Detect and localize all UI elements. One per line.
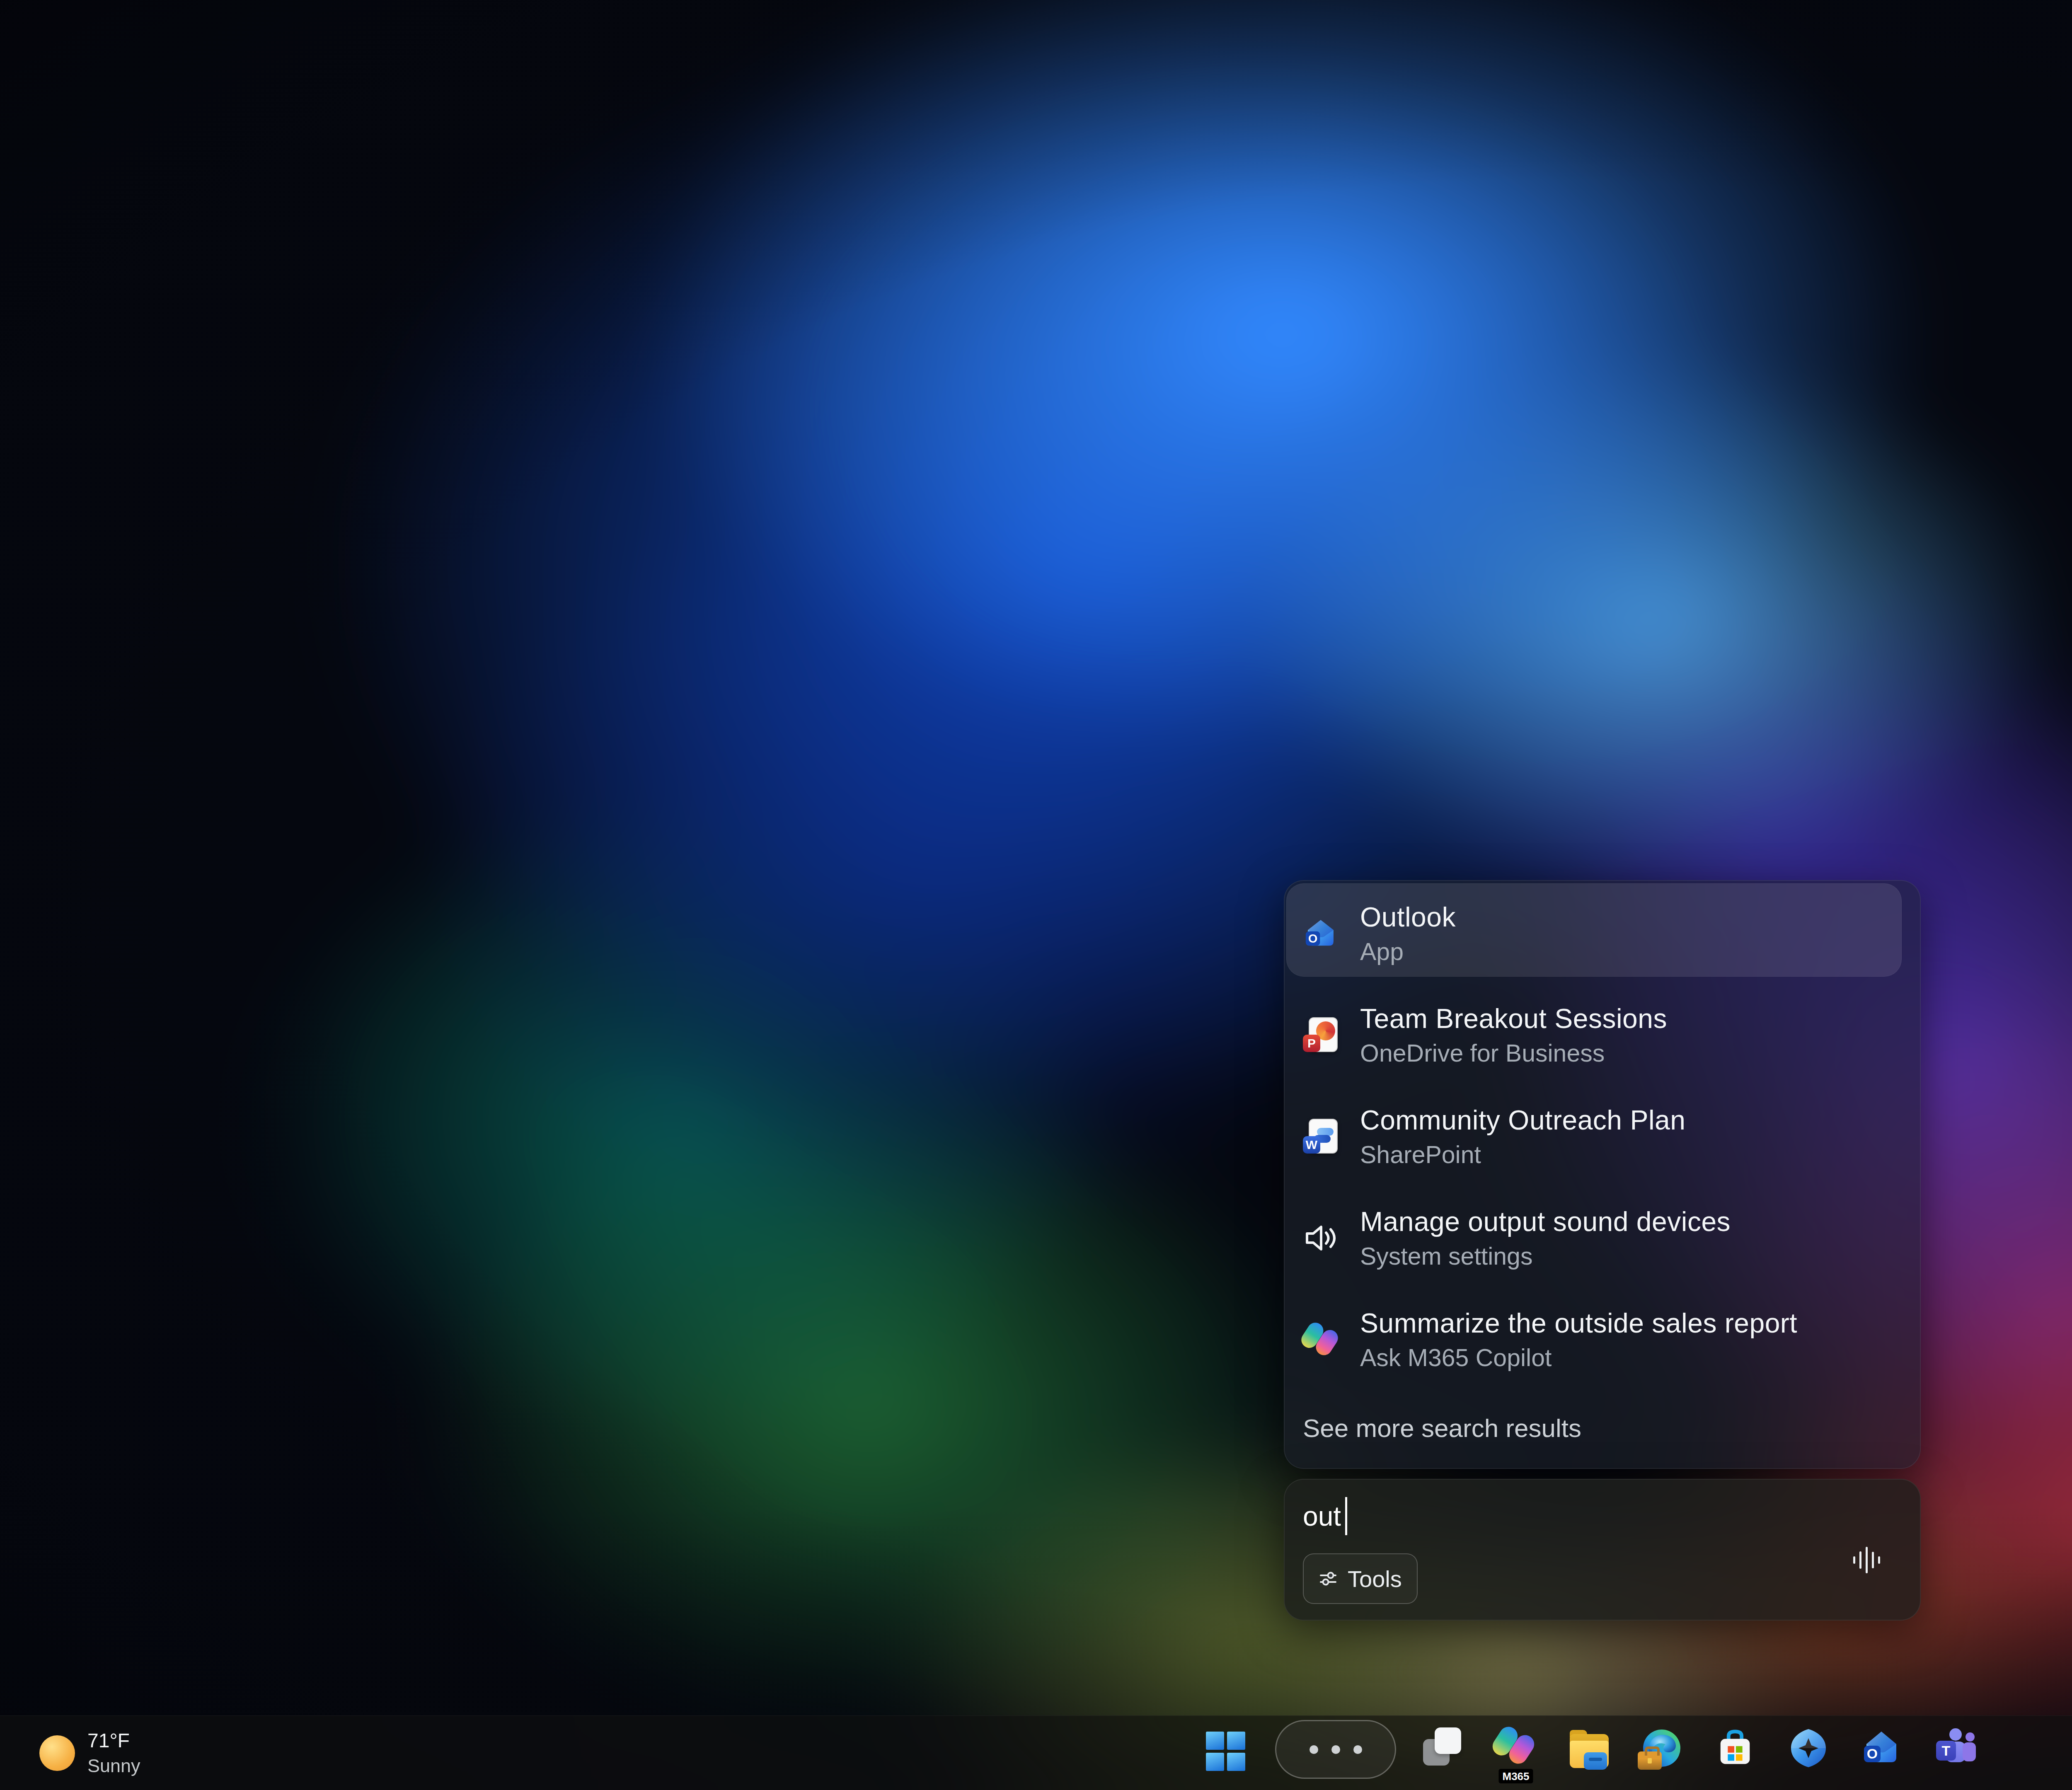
microsoft-store-icon [1715,1728,1755,1769]
microsoft-store-button[interactable] [1715,1728,1755,1769]
outlook-logo-letter: O [1867,1746,1878,1761]
task-view-icon [1423,1727,1464,1769]
speaker-icon [1303,1220,1339,1256]
search-result-manage-output-sound-devices[interactable]: Manage output sound devices System setti… [1285,1187,1920,1289]
result-title: Community Outreach Plan [1360,1104,1686,1136]
search-dot [1353,1745,1362,1754]
search-dot [1310,1745,1318,1754]
outlook-logo-letter: O [1308,931,1318,945]
teams-logo-letter: T [1936,1741,1956,1761]
sparkle-swirl-icon [1788,1727,1829,1769]
m365-copilot-app-button[interactable]: M365 [1494,1726,1537,1780]
voice-waveform-icon[interactable] [1853,1547,1880,1573]
search-result-community-outreach-plan[interactable]: W Community Outreach Plan SharePoint [1285,1086,1920,1187]
tools-button-label: Tools [1348,1565,1402,1592]
copilot-icon [1303,1322,1339,1357]
teams-icon: T [1933,1728,1976,1768]
search-input-value: out [1303,1500,1341,1532]
teams-button[interactable]: T [1933,1728,1976,1768]
result-title: Summarize the outside sales report [1360,1307,1797,1339]
result-title: Manage output sound devices [1360,1206,1731,1237]
result-title: Outlook [1360,901,1456,933]
outlook-icon: O [1861,1727,1902,1769]
word-logo-letter: W [1303,1136,1320,1154]
search-result-team-breakout-sessions[interactable]: P Team Breakout Sessions OneDrive for Bu… [1285,984,1920,1086]
result-subtitle: OneDrive for Business [1360,1039,1667,1067]
sun-icon [39,1735,75,1771]
result-subtitle: App [1360,938,1456,966]
weather-condition: Sunny [87,1755,140,1777]
result-subtitle: SharePoint [1360,1141,1686,1169]
edge-browser-button[interactable] [1641,1727,1682,1769]
powerpoint-file-icon: P [1303,1017,1339,1053]
taskbar: 71°F Sunny M365 [0,1715,2072,1790]
task-view-button[interactable] [1423,1727,1464,1769]
search-flyout: O Outlook App P Team Breakout Sessions O… [1284,880,1921,1621]
search-input[interactable]: out [1303,1497,1347,1535]
search-input-card: out Tools [1284,1479,1921,1621]
weather-temperature: 71°F [87,1729,140,1752]
windows-logo-icon [1206,1732,1245,1771]
taskbar-search-box[interactable] [1275,1720,1396,1779]
outlook-app-icon: O [1303,916,1339,951]
sliders-icon [1319,1569,1338,1588]
m365-badge: M365 [1498,1769,1533,1783]
search-result-outlook[interactable]: O Outlook App [1285,883,1920,984]
powerpoint-logo-letter: P [1303,1035,1320,1052]
file-explorer-button[interactable] [1569,1729,1610,1771]
see-more-search-results-link[interactable]: See more search results [1285,1390,1920,1466]
m365-copilot-icon [1494,1726,1534,1766]
result-subtitle: Ask M365 Copilot [1360,1344,1797,1372]
search-dot [1331,1745,1340,1754]
weather-widget[interactable]: 71°F Sunny [39,1716,140,1790]
file-explorer-icon [1569,1729,1610,1771]
result-title: Team Breakout Sessions [1360,1003,1667,1034]
word-file-icon: W [1303,1119,1339,1154]
search-result-summarize-outside-sales-report[interactable]: Summarize the outside sales report Ask M… [1285,1289,1920,1390]
tools-button[interactable]: Tools [1303,1553,1418,1604]
result-subtitle: System settings [1360,1242,1731,1270]
start-button[interactable] [1206,1732,1245,1771]
search-results-card: O Outlook App P Team Breakout Sessions O… [1284,880,1921,1469]
outlook-app-button[interactable]: O [1861,1727,1902,1769]
text-caret [1345,1497,1347,1535]
briefcase-icon [1638,1751,1662,1770]
ai-sparkle-app-button[interactable] [1788,1727,1829,1769]
edge-icon [1641,1727,1682,1769]
